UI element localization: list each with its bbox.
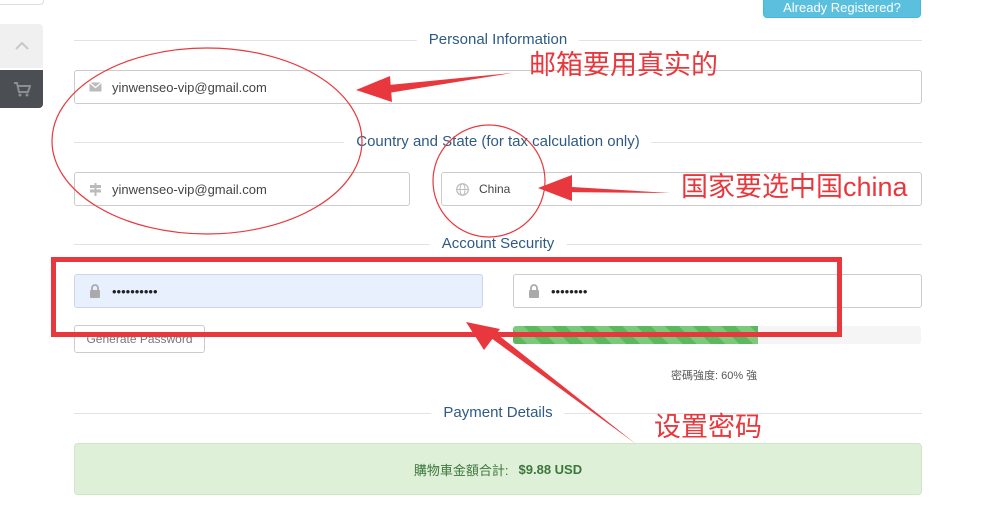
already-registered-button[interactable]: Already Registered? <box>763 0 921 18</box>
shopping-cart-icon <box>13 81 31 96</box>
email-annotation-text: 邮箱要用真实的 <box>529 50 718 80</box>
section-title-country: Country and State (for tax calculation o… <box>344 133 652 150</box>
signpost-icon <box>88 182 102 196</box>
password-value: •••••••••• <box>112 283 158 299</box>
password-strength-fill <box>513 326 758 344</box>
lock-icon <box>527 284 541 298</box>
lock-icon <box>88 284 102 298</box>
cart-total-label: 購物車金額合計: <box>413 462 509 478</box>
envelope-icon <box>88 80 102 94</box>
confirm-password-value: •••••••• <box>551 283 588 299</box>
state-value: yinwenseo-vip@gmail.com <box>112 181 267 197</box>
section-title-personal: Personal Information <box>416 31 580 48</box>
password-strength-bar <box>513 326 921 344</box>
globe-icon <box>455 182 469 196</box>
email-field[interactable]: yinwenseo-vip@gmail.com <box>74 70 922 104</box>
generate-password-button[interactable]: Generate Password <box>74 325 205 353</box>
section-title-payment: Payment Details <box>431 404 565 421</box>
email-value: yinwenseo-vip@gmail.com <box>112 79 267 95</box>
password-annotation-text: 设置密码 <box>654 412 762 442</box>
confirm-password-field[interactable]: •••••••• <box>513 274 922 308</box>
sidebar-top-tab <box>0 0 44 5</box>
state-field[interactable]: yinwenseo-vip@gmail.com <box>74 172 410 206</box>
chevron-up-icon <box>14 41 29 50</box>
cart-total-box: 購物車金額合計: $9.88 USD <box>74 443 922 495</box>
password-strength-text: 密碼強度: 60% 強 <box>671 370 758 382</box>
section-title-security: Account Security <box>429 235 567 252</box>
scroll-top-button[interactable] <box>0 24 43 68</box>
password-field[interactable]: •••••••••• <box>74 274 483 308</box>
cart-total-amount: $9.88 USD <box>518 461 583 477</box>
cart-button[interactable] <box>0 70 43 108</box>
country-value: China <box>479 182 511 196</box>
country-annotation-text: 国家要选中国china <box>681 172 908 202</box>
